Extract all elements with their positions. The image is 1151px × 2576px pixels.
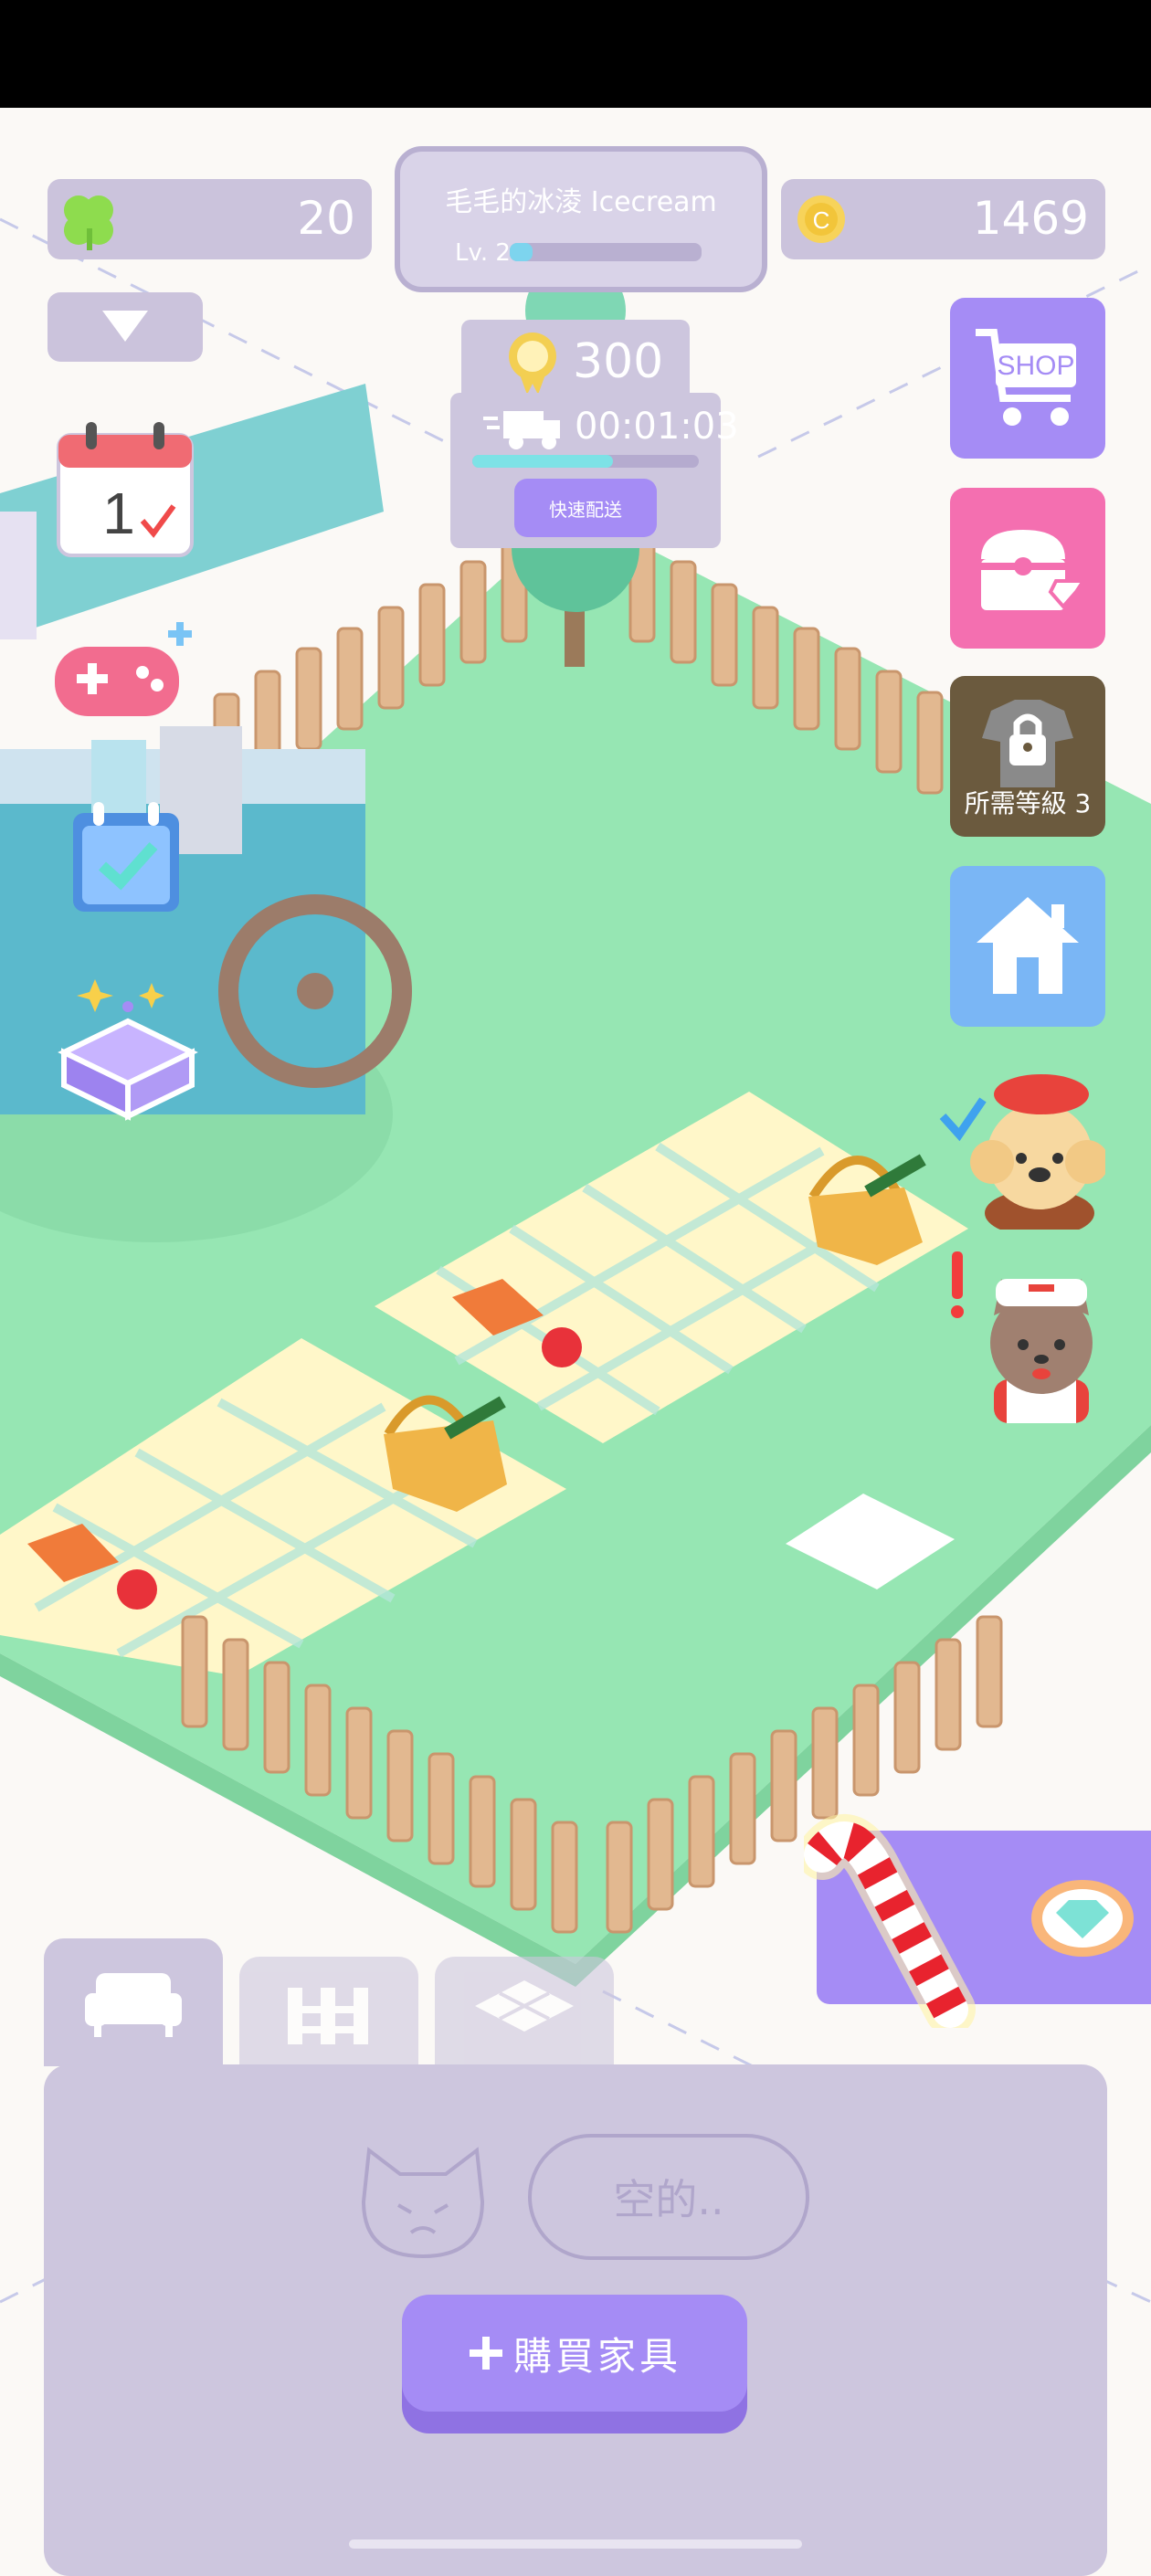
- tasks-button[interactable]: [69, 802, 183, 915]
- empty-label: 空的..: [613, 2175, 724, 2224]
- sad-cat-icon: [361, 2147, 485, 2259]
- calendar-button[interactable]: 1: [55, 422, 195, 559]
- level-progress-bar: [510, 243, 702, 261]
- dog-character-icon: [939, 1074, 1109, 1237]
- svg-text:C: C: [813, 206, 830, 234]
- home-icon: [977, 897, 1079, 994]
- home-button[interactable]: [950, 866, 1105, 1027]
- delivery-reward: 300: [461, 320, 690, 402]
- lock-shirt-icon: [982, 700, 1073, 787]
- svg-text:1: 1: [102, 480, 135, 546]
- cat-character-icon: [951, 1251, 1093, 1423]
- apple-2: [117, 1569, 157, 1610]
- calendar-icon: 1: [57, 422, 194, 557]
- shopping-cart-icon: SHOP: [976, 329, 1076, 426]
- treasure-chest-button[interactable]: [950, 488, 1105, 649]
- clover-count: 20: [297, 192, 355, 245]
- apple-1: [542, 1327, 582, 1367]
- delivery-progress-bar: [472, 455, 699, 468]
- fast-delivery-button[interactable]: 快速配送: [514, 479, 657, 537]
- minigame-button[interactable]: [51, 621, 197, 722]
- delivery-panel: 00:01:03 快速配送: [450, 393, 739, 548]
- floor-tiles-icon: [475, 1980, 574, 2032]
- gift-box-button[interactable]: [57, 970, 199, 1122]
- coin-counter: C 1469: [781, 179, 1105, 259]
- coin-icon: C: [797, 195, 845, 243]
- level-progress-fill: [510, 243, 533, 261]
- coin-count: 1469: [972, 192, 1089, 245]
- exclamation-mark: [952, 1251, 963, 1299]
- reward-amount: 300: [573, 334, 664, 389]
- treasure-chest-icon: [981, 530, 1087, 610]
- fence-icon: [288, 1988, 368, 2044]
- delivery-progress-fill: [472, 455, 613, 468]
- dropdown-toggle[interactable]: [48, 292, 203, 362]
- tab-furniture[interactable]: [44, 1938, 223, 2066]
- delivery-truck-icon: [483, 411, 560, 449]
- diamond-icon: [1031, 1880, 1134, 1957]
- delivery-timer: 00:01:03: [575, 406, 739, 448]
- shop-name: 毛毛的冰淩 Icecream: [445, 186, 717, 218]
- clover-icon: [64, 195, 113, 250]
- home-indicator: [349, 2539, 802, 2549]
- empty-speech-bubble: 空的..: [528, 2134, 809, 2260]
- locked-label: 所需等級 3: [964, 788, 1092, 818]
- gamepad-icon: [55, 622, 192, 716]
- customer-cat[interactable]: [941, 1242, 1105, 1425]
- inventory-panel: 空的.. 購買家具: [44, 2064, 1107, 2576]
- buy-furniture-label: 購買家具: [512, 2333, 681, 2379]
- shop-label: SHOP: [997, 351, 1074, 381]
- buy-furniture-button[interactable]: 購買家具: [402, 2295, 747, 2412]
- triangle-down-icon: [102, 311, 148, 342]
- gift-box-icon: [58, 979, 198, 1121]
- medal-icon: [509, 333, 556, 395]
- shop-name-banner[interactable]: 毛毛的冰淩 Icecream Lv. 2: [395, 146, 767, 292]
- tab-floor[interactable]: [435, 1957, 614, 2066]
- candy-cane-icon[interactable]: [804, 1790, 987, 2028]
- level-label: Lv. 2: [455, 239, 511, 267]
- clover-counter: 20: [48, 179, 372, 259]
- customer-dog[interactable]: [939, 1047, 1109, 1237]
- locked-feature-button[interactable]: 所需等級 3: [950, 676, 1105, 837]
- sofa-icon: [85, 1973, 182, 2037]
- plus-icon: [469, 2337, 502, 2370]
- tab-fences[interactable]: [239, 1957, 418, 2066]
- checklist-icon: [73, 802, 179, 912]
- shop-button[interactable]: SHOP: [950, 298, 1105, 459]
